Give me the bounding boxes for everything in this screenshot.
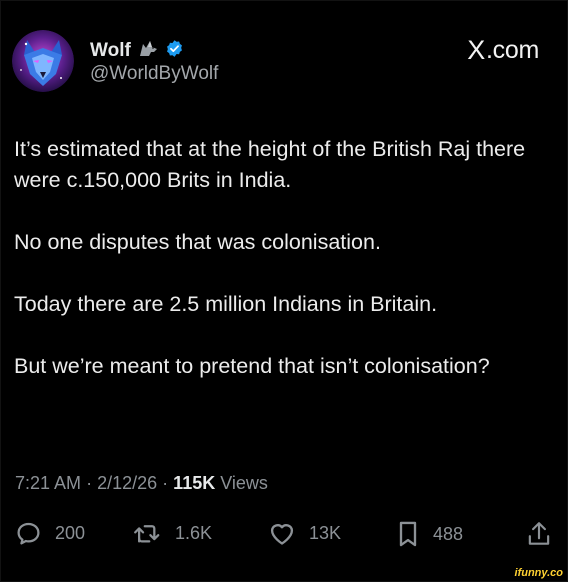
share-button[interactable] <box>526 520 552 548</box>
post-text: It’s estimated that at the height of the… <box>14 134 554 413</box>
author-avatar[interactable] <box>12 30 74 92</box>
wolf-avatar-icon <box>12 30 74 92</box>
bookmark-count: 488 <box>433 523 464 544</box>
ifunny-watermark: ifunny.co <box>514 567 563 579</box>
x-com-brand: X .com <box>467 35 539 66</box>
meta-separator: · <box>162 473 169 493</box>
author-name-row: Wolf <box>90 38 184 63</box>
like-button[interactable]: 13K <box>268 520 341 546</box>
heart-icon <box>268 520 296 546</box>
bookmark-icon <box>396 520 420 548</box>
repost-icon <box>132 520 162 547</box>
views-count: 115K <box>173 473 216 493</box>
post-date[interactable]: 2/12/26 <box>97 473 157 493</box>
action-bar: 200 1.6K 13K 488 <box>15 520 555 554</box>
x-logo-icon: X <box>467 35 486 65</box>
verified-badge-icon <box>165 39 184 63</box>
reply-icon <box>15 520 42 547</box>
meta-separator: · <box>86 473 93 493</box>
like-count: 13K <box>309 522 342 543</box>
post-time[interactable]: 7:21 AM <box>15 473 81 493</box>
post-paragraph: It’s estimated that at the height of the… <box>14 137 526 192</box>
share-icon <box>526 520 552 548</box>
views-label: Views <box>220 473 268 493</box>
post-paragraph: But we’re meant to pretend that isn’t co… <box>14 354 490 378</box>
repost-button[interactable]: 1.6K <box>132 520 212 547</box>
brand-domain: .com <box>486 36 539 64</box>
bookmark-button[interactable]: 488 <box>396 520 463 548</box>
wolf-emoji-icon <box>137 38 159 63</box>
reply-button[interactable]: 200 <box>15 520 85 547</box>
post-card: Wolf @WorldByWolf X .com It’s estimated … <box>0 0 568 582</box>
post-paragraph: No one disputes that was colonisation. <box>14 230 381 254</box>
reply-count: 200 <box>55 523 86 543</box>
author-display-name[interactable]: Wolf <box>90 40 131 62</box>
post-meta: 7:21 AM · 2/12/26 · 115K Views <box>15 473 268 494</box>
repost-count: 1.6K <box>175 523 213 543</box>
author-handle[interactable]: @WorldByWolf <box>90 63 218 85</box>
post-paragraph: Today there are 2.5 million Indians in B… <box>14 292 438 316</box>
